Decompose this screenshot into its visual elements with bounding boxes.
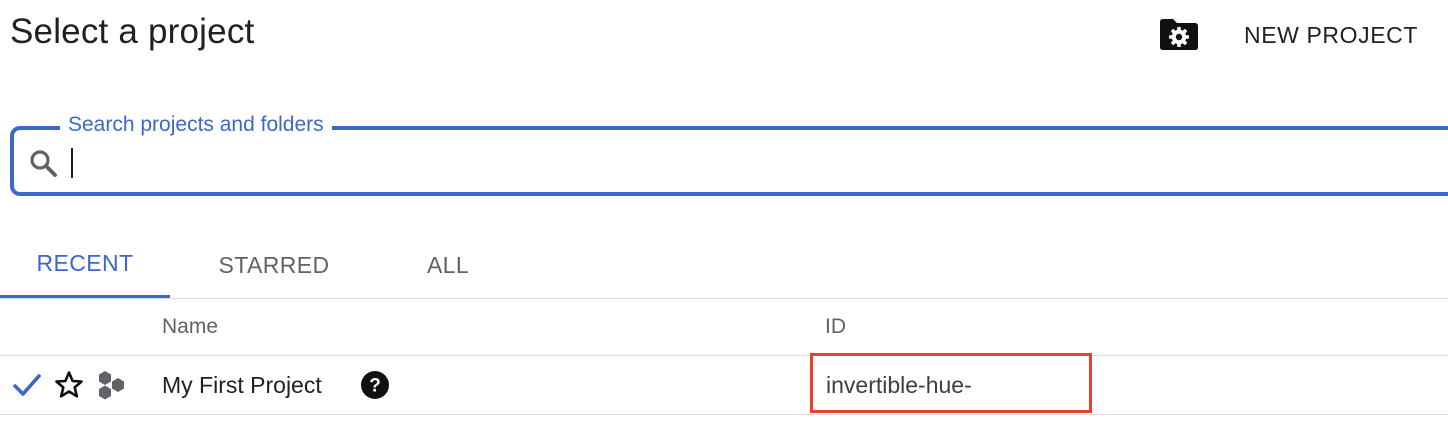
help-icon[interactable]: ? — [360, 370, 390, 400]
search-label: Search projects and folders — [60, 113, 332, 137]
page-title: Select a project — [10, 12, 255, 51]
table-header-row: Name ID — [0, 299, 1448, 356]
tab-recent[interactable]: RECENT — [0, 232, 170, 298]
new-project-button[interactable]: NEW PROJECT — [1232, 14, 1430, 56]
tab-all[interactable]: ALL — [378, 232, 518, 298]
text-caret — [71, 148, 73, 178]
table-row[interactable]: My First Project ? invertible-hue- — [0, 353, 1448, 415]
manage-resources-button[interactable] — [1158, 16, 1200, 52]
search-icon — [30, 150, 57, 177]
column-header-id[interactable]: ID — [825, 315, 846, 339]
check-icon — [13, 374, 41, 396]
project-name-link[interactable]: My First Project — [162, 372, 322, 399]
folder-gear-icon — [1160, 19, 1198, 50]
project-resource-icon — [99, 371, 124, 400]
tab-bar: RECENT STARRED ALL — [0, 232, 1448, 299]
project-id: invertible-hue- — [826, 372, 972, 398]
tab-starred[interactable]: STARRED — [170, 232, 378, 298]
svg-text:?: ? — [369, 376, 381, 397]
search-input[interactable] — [70, 146, 1430, 182]
column-header-name[interactable]: Name — [162, 315, 218, 339]
star-outline-icon[interactable] — [54, 370, 84, 400]
